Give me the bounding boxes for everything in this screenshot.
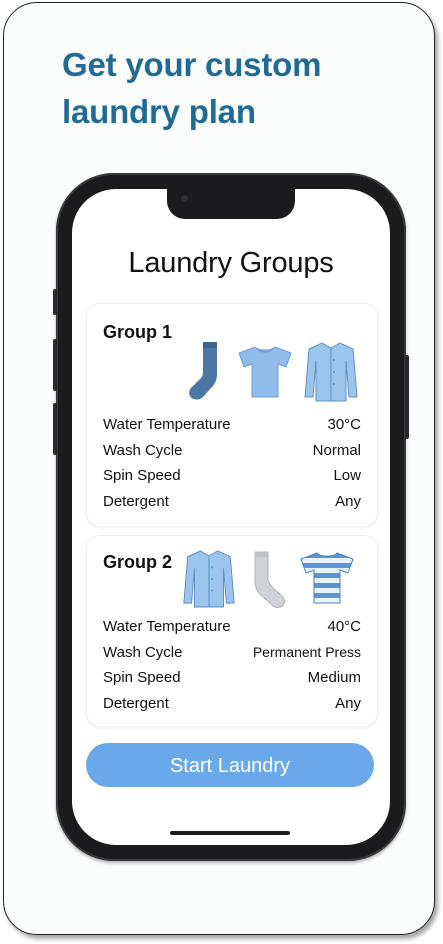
water-temperature-row: Water Temperature 30°C [103, 414, 361, 434]
button-shirt-icon [183, 550, 235, 608]
spin-speed-row: Spin Speed Low [103, 465, 361, 485]
phone-silent-switch [53, 289, 57, 315]
camera-icon [181, 195, 188, 202]
page-title: Laundry Groups [128, 247, 334, 279]
spin-speed-row: Spin Speed Medium [103, 667, 361, 687]
row-label: Detergent [103, 492, 169, 510]
button-shirt-icon [304, 342, 358, 402]
row-value: 30°C [327, 415, 361, 433]
detergent-row: Detergent Any [103, 491, 361, 511]
sock-icon [254, 551, 285, 608]
row-value: 40°C [327, 617, 361, 635]
phone-mockup: Laundry Groups Group 1 Water Temperature… [53, 173, 409, 861]
phone-volume-up [53, 339, 57, 391]
group-card-2: Group 2 Water Temperature 40°C Wash Cycl… [86, 535, 378, 727]
row-label: Water Temperature [103, 617, 231, 635]
phone-volume-down [53, 403, 57, 455]
row-value: Permanent Press [252, 644, 361, 660]
phone-notch [167, 189, 295, 219]
phone-screen: Laundry Groups Group 1 Water Temperature… [72, 189, 390, 845]
sock-icon [189, 342, 217, 400]
row-value: Low [333, 466, 361, 484]
wash-cycle-row: Wash Cycle Permanent Press [103, 642, 361, 662]
group-title: Group 1 [103, 322, 173, 342]
row-value: Any [335, 492, 361, 510]
striped-tshirt-icon [300, 552, 354, 604]
headline: Get your custom laundry plan [62, 46, 322, 130]
phone-power-button [405, 355, 409, 439]
row-label: Wash Cycle [103, 643, 183, 661]
group-title: Group 2 [103, 552, 173, 572]
row-label: Wash Cycle [103, 441, 183, 459]
row-label: Spin Speed [103, 668, 181, 686]
row-value: Any [335, 694, 361, 712]
detergent-row: Detergent Any [103, 693, 361, 713]
row-value: Medium [307, 668, 361, 686]
tshirt-icon [238, 346, 292, 398]
water-temperature-row: Water Temperature 40°C [103, 616, 361, 636]
start-laundry-button[interactable]: Start Laundry [86, 743, 374, 787]
row-label: Spin Speed [103, 466, 181, 484]
row-value: Normal [312, 441, 361, 459]
row-label: Water Temperature [103, 415, 231, 433]
promo-card: Get your custom laundry plan Laundry Gro… [3, 2, 435, 935]
group-card-1: Group 1 Water Temperature 30°C Wash Cycl… [86, 303, 378, 527]
wash-cycle-row: Wash Cycle Normal [103, 440, 361, 460]
row-label: Detergent [103, 694, 169, 712]
home-indicator [170, 831, 290, 835]
